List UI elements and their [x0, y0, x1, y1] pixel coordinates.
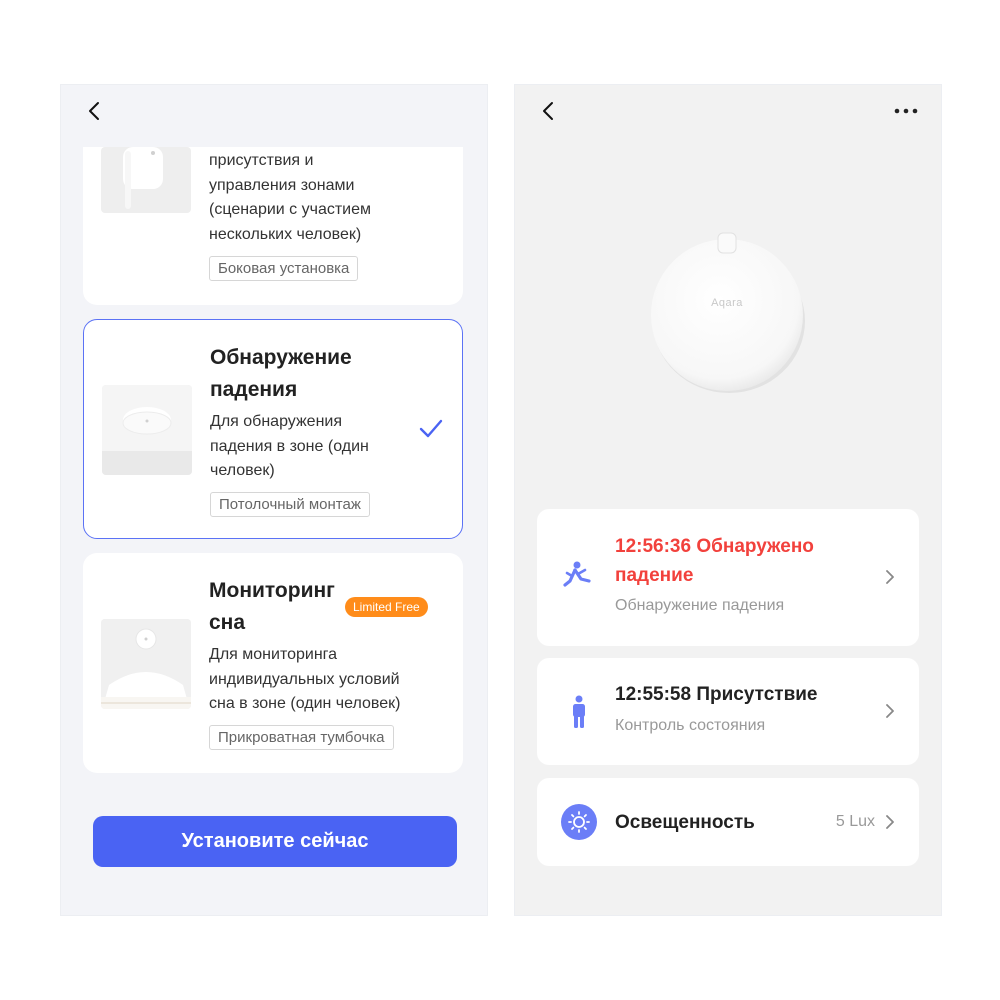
chevron-right-icon — [886, 704, 894, 718]
mount-type-tag: Боковая установка — [209, 256, 359, 281]
illuminance-label: Освещенность — [615, 812, 755, 833]
back-arrow-icon[interactable] — [537, 99, 561, 123]
ceiling-mount-image — [102, 385, 192, 475]
device-screen: Aqara 12:56:36 Обнаружено падение Обнару… — [514, 84, 942, 916]
mode-description: присутствия и управления зонами (сценари… — [209, 152, 372, 243]
illuminance-card[interactable]: Освещенность 5 Lux — [537, 778, 919, 866]
mode-card-side-mount[interactable]: присутствия и управления зонами (сценари… — [83, 147, 463, 305]
mode-card-sleep-monitoring[interactable]: Мониторинг сна Limited Free Для монитори… — [83, 553, 463, 773]
chevron-right-icon — [886, 815, 894, 829]
presence-event-card[interactable]: 12:55:58 Присутствие Контроль состояния — [537, 658, 919, 765]
illuminance-value: 5 Lux — [835, 813, 875, 830]
side-mount-image — [101, 147, 191, 213]
fall-person-icon — [563, 561, 591, 587]
standing-person-icon — [573, 695, 585, 728]
mode-description: Для мониторинга индивидуальных условий с… — [209, 646, 401, 712]
limited-free-badge: Limited Free — [345, 597, 428, 617]
mode-description: Для обнаружения падения в зоне (один чел… — [210, 413, 369, 479]
setup-screen: присутствия и управления зонами (сценари… — [60, 84, 488, 916]
sun-icon — [561, 804, 597, 840]
fall-event-subtitle: Обнаружение падения — [615, 597, 785, 614]
bedside-image — [101, 619, 191, 709]
mode-card-fall-detection[interactable]: Обнаружение падения Для обнаружения паде… — [83, 319, 463, 539]
fall-event-title: 12:56:36 Обнаружено падение — [615, 536, 814, 586]
presence-event-subtitle: Контроль состояния — [615, 717, 766, 734]
device-brand-logo: Aqara — [711, 297, 743, 309]
checkmark-icon — [419, 419, 443, 438]
chevron-right-icon — [886, 570, 894, 584]
device-image: Aqara — [649, 229, 805, 397]
install-now-button[interactable]: Установите сейчас — [93, 816, 457, 867]
fall-event-card[interactable]: 12:56:36 Обнаружено падение Обнаружение … — [537, 509, 919, 646]
mount-type-tag: Прикроватная тумбочка — [209, 725, 394, 750]
presence-event-title: 12:55:58 Присутствие — [615, 684, 818, 705]
more-icon[interactable] — [893, 103, 919, 119]
mount-type-tag: Потолочный монтаж — [210, 492, 370, 517]
back-arrow-icon[interactable] — [83, 99, 107, 123]
mode-title: Обнаружение падения — [210, 346, 352, 401]
